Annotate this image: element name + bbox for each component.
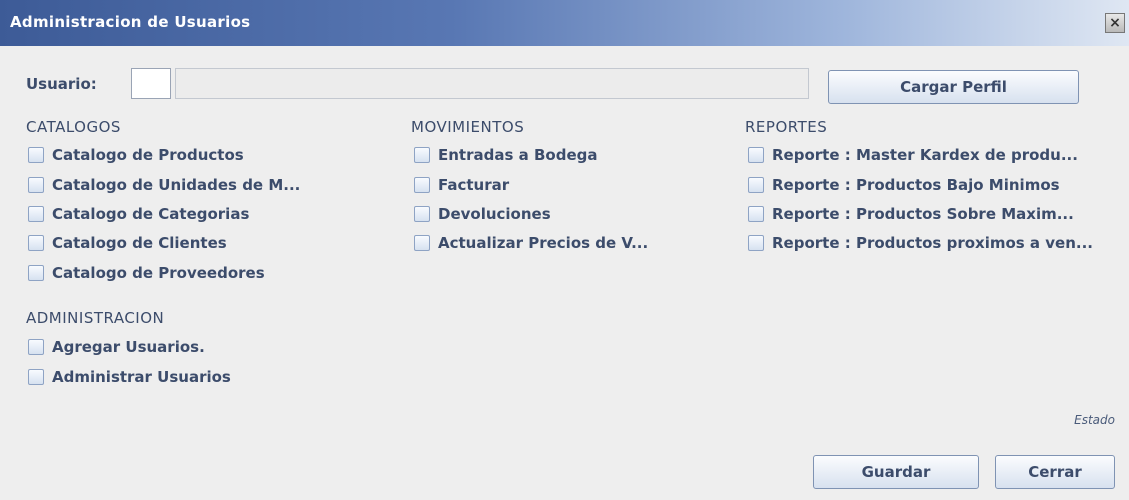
- close-icon[interactable]: ×: [1105, 13, 1125, 33]
- checkbox-label: Reporte : Productos proximos a ven...: [772, 234, 1093, 252]
- checkbox-box[interactable]: [414, 206, 430, 222]
- checkbox-box[interactable]: [748, 177, 764, 193]
- checkbox-label: Devoluciones: [438, 205, 551, 223]
- checkbox-box[interactable]: [28, 265, 44, 281]
- checkbox-box[interactable]: [414, 147, 430, 163]
- checkbox-box[interactable]: [28, 147, 44, 163]
- checkbox-label: Facturar: [438, 176, 510, 194]
- checkbox-facturar[interactable]: Facturar: [414, 173, 509, 197]
- status-label: Estado: [1074, 413, 1115, 427]
- checkbox-label: Reporte : Productos Bajo Minimos: [772, 176, 1060, 194]
- checkbox-reporte-sobre-maximos[interactable]: Reporte : Productos Sobre Maxim...: [748, 202, 1074, 226]
- checkbox-box[interactable]: [748, 147, 764, 163]
- checkbox-label: Catalogo de Categorias: [52, 205, 250, 223]
- close-glyph: ×: [1109, 15, 1121, 31]
- checkbox-box[interactable]: [28, 177, 44, 193]
- checkbox-devoluciones[interactable]: Devoluciones: [414, 202, 551, 226]
- checkbox-catalogo-categorias[interactable]: Catalogo de Categorias: [28, 202, 249, 226]
- checkbox-box[interactable]: [28, 206, 44, 222]
- load-profile-button[interactable]: Cargar Perfil: [828, 70, 1079, 104]
- checkbox-box[interactable]: [414, 177, 430, 193]
- section-title-movimientos: MOVIMIENTOS: [411, 118, 525, 136]
- checkbox-label: Agregar Usuarios.: [52, 338, 205, 356]
- user-label: Usuario:: [26, 75, 97, 93]
- checkbox-label: Entradas a Bodega: [438, 146, 598, 164]
- checkbox-box[interactable]: [28, 339, 44, 355]
- close-button[interactable]: Cerrar: [995, 455, 1115, 489]
- checkbox-box[interactable]: [28, 235, 44, 251]
- checkbox-reporte-bajo-minimos[interactable]: Reporte : Productos Bajo Minimos: [748, 173, 1060, 197]
- user-name-display: [175, 68, 809, 99]
- user-input[interactable]: [131, 68, 171, 99]
- checkbox-agregar-usuarios[interactable]: Agregar Usuarios.: [28, 335, 205, 359]
- checkbox-box[interactable]: [748, 206, 764, 222]
- checkbox-label: Reporte : Master Kardex de produ...: [772, 146, 1078, 164]
- checkbox-label: Catalogo de Productos: [52, 146, 244, 164]
- checkbox-label: Catalogo de Clientes: [52, 234, 227, 252]
- section-title-catalogos: CATALOGOS: [26, 118, 121, 136]
- save-button[interactable]: Guardar: [813, 455, 979, 489]
- checkbox-label: Reporte : Productos Sobre Maxim...: [772, 205, 1074, 223]
- checkbox-actualizar-precios[interactable]: Actualizar Precios de V...: [414, 231, 648, 255]
- checkbox-box[interactable]: [414, 235, 430, 251]
- checkbox-entradas-bodega[interactable]: Entradas a Bodega: [414, 143, 597, 167]
- checkbox-label: Catalogo de Unidades de M...: [52, 176, 301, 194]
- checkbox-label: Administrar Usuarios: [52, 368, 231, 386]
- checkbox-administrar-usuarios[interactable]: Administrar Usuarios: [28, 365, 231, 389]
- checkbox-catalogo-unidades[interactable]: Catalogo de Unidades de M...: [28, 173, 300, 197]
- window-title: Administracion de Usuarios: [10, 13, 251, 31]
- checkbox-reporte-proximos-vencer[interactable]: Reporte : Productos proximos a ven...: [748, 231, 1093, 255]
- checkbox-catalogo-productos[interactable]: Catalogo de Productos: [28, 143, 244, 167]
- checkbox-box[interactable]: [28, 369, 44, 385]
- checkbox-catalogo-proveedores[interactable]: Catalogo de Proveedores: [28, 261, 265, 285]
- checkbox-box[interactable]: [748, 235, 764, 251]
- section-title-administracion: ADMINISTRACION: [26, 309, 165, 327]
- checkbox-label: Catalogo de Proveedores: [52, 264, 265, 282]
- checkbox-label: Actualizar Precios de V...: [438, 234, 649, 252]
- title-bar: Administracion de Usuarios ×: [0, 0, 1129, 46]
- checkbox-reporte-kardex[interactable]: Reporte : Master Kardex de produ...: [748, 143, 1078, 167]
- section-title-reportes: REPORTES: [745, 118, 828, 136]
- checkbox-catalogo-clientes[interactable]: Catalogo de Clientes: [28, 231, 227, 255]
